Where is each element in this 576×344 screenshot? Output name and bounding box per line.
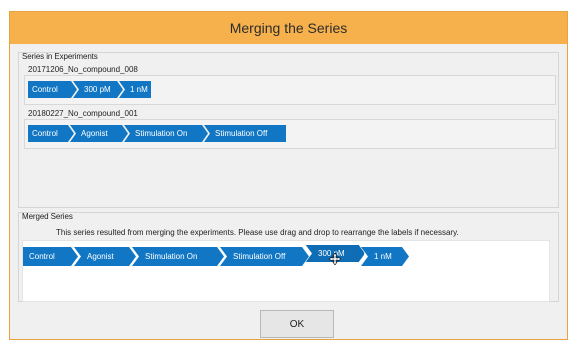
series-label-tag[interactable]: 1 nM (119, 81, 151, 98)
merged-series-description: This series resulted from merging the ex… (56, 228, 459, 237)
series-label-tag[interactable]: Control (28, 81, 77, 98)
experiment-name: 20180227_No_compound_001 (28, 109, 138, 118)
merged-group-title: Merged Series (22, 212, 73, 221)
series-label-tag[interactable]: 300 pM (73, 81, 123, 98)
series-in-experiments-group: Series in Experiments 20171206_No_compou… (18, 52, 559, 208)
ok-button[interactable]: OK (260, 310, 334, 338)
series-label-tag[interactable]: Control (28, 125, 74, 142)
dialog-body: Series in Experiments 20171206_No_compou… (10, 44, 567, 339)
experiment-series-strip: Control Agonist Stimulation On Stimulati… (24, 119, 556, 149)
title-bar[interactable]: Merging the Series (10, 12, 567, 44)
series-label-tag[interactable]: Agonist (70, 125, 128, 142)
merged-label-tag[interactable]: Stimulation On (132, 247, 224, 266)
merged-label-tag[interactable]: Control (23, 247, 78, 266)
window-title: Merging the Series (229, 20, 348, 36)
experiment-name: 20171206_No_compound_008 (28, 65, 138, 74)
merged-series-drop-area[interactable]: Control Agonist Stimulation On Stimulati… (22, 240, 550, 302)
series-group-title: Series in Experiments (22, 52, 98, 61)
merged-label-tag[interactable]: Stimulation Off (220, 247, 309, 266)
merged-label-tag[interactable]: Agonist (74, 247, 136, 266)
series-label-tag[interactable]: Stimulation On (124, 125, 208, 142)
experiment-series-strip: Control 300 pM 1 nM (24, 75, 556, 105)
move-cursor-icon (329, 253, 341, 265)
series-label-tag[interactable]: Stimulation Off (204, 125, 286, 142)
merging-series-dialog: Merging the Series Series in Experiments… (9, 11, 568, 340)
merged-label-tag[interactable]: 1 nM (361, 247, 409, 266)
